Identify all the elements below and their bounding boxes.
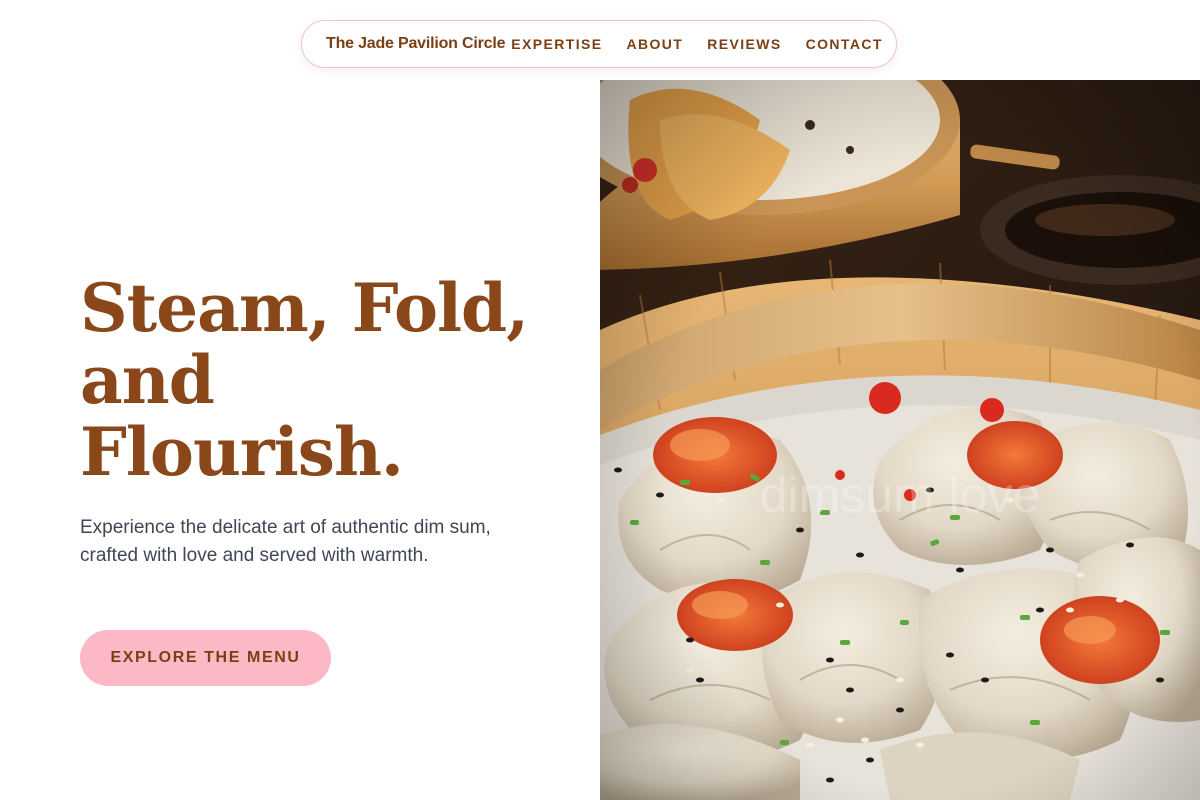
image-watermark: dimsum love <box>760 467 1041 523</box>
nav-link-about[interactable]: ABOUT <box>626 36 683 52</box>
brand-logo-text[interactable]: The Jade Pavilion Circle <box>326 35 505 53</box>
nav-link-reviews[interactable]: REVIEWS <box>707 36 781 52</box>
hero-subtitle: Experience the delicate art of authentic… <box>80 517 491 566</box>
nav-link-contact[interactable]: CONTACT <box>806 36 883 52</box>
explore-menu-button[interactable]: EXPLORE THE MENU <box>80 630 331 686</box>
top-nav: The Jade Pavilion Circle EXPERTISE ABOUT… <box>301 20 897 68</box>
nav-links: EXPERTISE ABOUT REVIEWS CONTACT <box>511 36 883 52</box>
hero-title-line: Flourish. <box>80 413 404 491</box>
hero-title-line: Steam, Fold, <box>80 269 529 347</box>
hero-title-line: and <box>80 341 215 419</box>
hero-title: Steam, Fold, and Flourish. <box>80 272 580 488</box>
hero-image-dumplings: dimsum love <box>600 80 1200 800</box>
nav-link-expertise[interactable]: EXPERTISE <box>511 36 602 52</box>
